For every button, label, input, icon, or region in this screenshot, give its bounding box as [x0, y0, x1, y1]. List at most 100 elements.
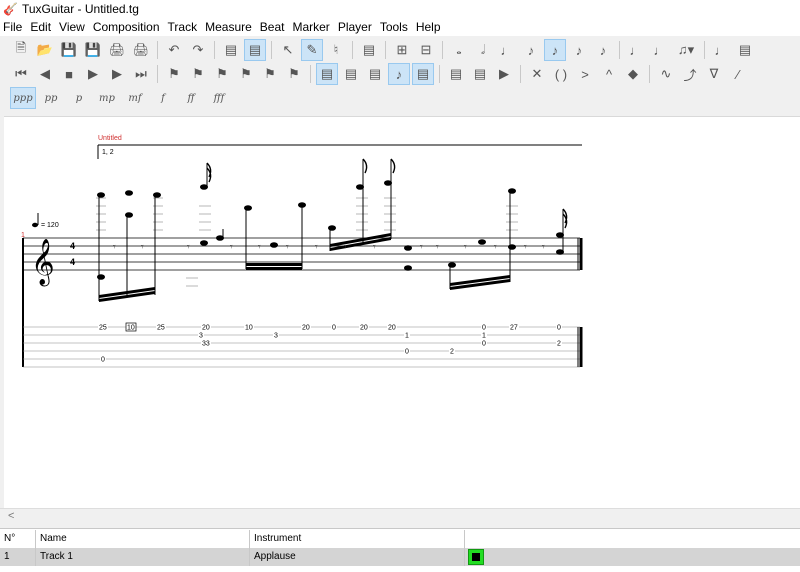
score-canvas[interactable]: Untitled 1, 2 = 120 1 𝄞 4 4 𝄾 𝄾 𝄾 𝄾 𝄾 𝄾 …	[4, 117, 800, 509]
dynamic-p[interactable]: p	[66, 87, 92, 109]
mixer-icon[interactable]: ▤	[364, 63, 386, 85]
new-file-icon[interactable]: 🗎	[10, 39, 32, 61]
tuplet-icon[interactable]: ♫▾	[673, 39, 699, 61]
tab-fret-number[interactable]: 33	[202, 341, 210, 348]
tab-fret-number[interactable]: 20	[302, 325, 310, 332]
half-note-icon[interactable]: 𝅗𝅥	[472, 39, 494, 61]
menu-help[interactable]: Help	[416, 20, 441, 34]
sixteenth-note-icon[interactable]: ♪	[544, 39, 566, 61]
piano-icon[interactable]: ▤	[469, 63, 491, 85]
ghost-note-icon[interactable]: ( )	[550, 63, 572, 85]
bend-icon[interactable]: ⤴	[679, 63, 701, 85]
add-measure-icon[interactable]: ⊞	[391, 39, 413, 61]
accentuated-note-icon[interactable]: >	[574, 63, 596, 85]
remove-measure-icon[interactable]: ⊟	[415, 39, 437, 61]
harmonic-icon[interactable]: ◆	[622, 63, 644, 85]
tab-fret-number[interactable]: 20	[388, 325, 396, 332]
matrix-icon[interactable]: ▶	[493, 63, 515, 85]
eighth-note-icon[interactable]: ♪	[520, 39, 542, 61]
double-dotted-note-icon[interactable]: ♩	[649, 39, 671, 61]
menu-tools[interactable]: Tools	[380, 20, 408, 34]
print-icon[interactable]: 🖨	[106, 39, 128, 61]
next-measure-icon[interactable]: ▶	[106, 63, 128, 85]
dynamic-mp[interactable]: mp	[94, 87, 120, 109]
save-icon[interactable]: 💾	[58, 39, 80, 61]
menu-measure[interactable]: Measure	[205, 20, 252, 34]
tab-fret-number[interactable]: 20	[360, 325, 368, 332]
repeat-open-icon[interactable]: ⚑	[163, 63, 185, 85]
tab-fret-number[interactable]: 0	[405, 349, 409, 356]
slide-icon[interactable]: ∕	[727, 63, 749, 85]
dynamic-ppp[interactable]: ppp	[10, 87, 36, 109]
dynamic-pp[interactable]: pp	[38, 87, 64, 109]
repeat-alternative-icon[interactable]: ⚑	[211, 63, 233, 85]
natural-key-icon[interactable]: ♮	[325, 39, 347, 61]
edit-mode-icon[interactable]: ↖	[277, 39, 299, 61]
fretboard-icon[interactable]: ▤	[445, 63, 467, 85]
menu-marker[interactable]: Marker	[292, 20, 329, 34]
tab-fret-number[interactable]: 27	[510, 325, 518, 332]
first-measure-icon[interactable]: ⏮	[10, 63, 32, 85]
tab-fret-number[interactable]: 10	[245, 325, 253, 332]
song-properties-icon[interactable]: ▤	[358, 39, 380, 61]
pencil-icon[interactable]: ✎	[301, 39, 323, 61]
dynamic-ff[interactable]: ff	[178, 87, 204, 109]
tab-fret-number[interactable]: 25	[99, 325, 107, 332]
tab-fret-number[interactable]: 2	[557, 341, 561, 348]
track-color-swatch[interactable]	[468, 549, 484, 565]
dynamic-fff[interactable]: fff	[206, 87, 232, 109]
dotted-note-icon[interactable]: ♩	[625, 39, 647, 61]
last-measure-icon[interactable]: ⏭	[130, 63, 152, 85]
scroll-left-icon[interactable]: <	[8, 510, 14, 522]
tab-fret-number[interactable]: 2	[450, 349, 454, 356]
save-as-icon[interactable]: 💾	[82, 39, 104, 61]
time-signature-icon[interactable]: ⚑	[283, 63, 305, 85]
print-preview-icon[interactable]: 🖨	[130, 39, 152, 61]
previous-measure-icon[interactable]: ◀	[34, 63, 56, 85]
tab-fret-number[interactable]: 0	[482, 341, 486, 348]
column-header-number[interactable]: N°	[0, 530, 36, 548]
track-name[interactable]: Track 1	[36, 548, 250, 566]
column-header-instrument[interactable]: Instrument	[250, 530, 465, 548]
menu-view[interactable]: View	[59, 20, 85, 34]
tab-fret-number[interactable]: 10	[127, 325, 135, 332]
tremolo-bar-icon[interactable]: ∇	[703, 63, 725, 85]
tab-fret-number[interactable]: 0	[101, 357, 105, 364]
menu-composition[interactable]: Composition	[93, 20, 160, 34]
menu-track[interactable]: Track	[168, 20, 198, 34]
chord-icon[interactable]: ▤	[734, 39, 756, 61]
tab-fret-number[interactable]: 0	[482, 325, 486, 332]
track-instrument[interactable]: Applause	[250, 548, 465, 566]
multitrack-view-icon[interactable]: ▤	[412, 63, 434, 85]
sixty-fourth-note-icon[interactable]: ♪	[592, 39, 614, 61]
stop-icon[interactable]: ■	[58, 63, 80, 85]
column-header-name[interactable]: Name	[36, 530, 250, 548]
dynamic-mf[interactable]: mf	[122, 87, 148, 109]
repeat-close-icon[interactable]: ⚑	[187, 63, 209, 85]
menu-file[interactable]: File	[3, 20, 22, 34]
tab-fret-number[interactable]: 1	[482, 333, 486, 340]
open-file-icon[interactable]: 📂	[34, 39, 56, 61]
dead-note-icon[interactable]: ✕	[526, 63, 548, 85]
tablature-view-icon[interactable]: ▤	[340, 63, 362, 85]
menu-beat[interactable]: Beat	[260, 20, 285, 34]
dynamic-f[interactable]: f	[150, 87, 176, 109]
quarter-note-icon[interactable]: ♩	[496, 39, 518, 61]
thirty-second-note-icon[interactable]: ♪	[568, 39, 590, 61]
page-layout-icon[interactable]: ▤	[220, 39, 242, 61]
heavy-accent-icon[interactable]: ^	[598, 63, 620, 85]
tab-fret-number[interactable]: 0	[557, 325, 561, 332]
menu-edit[interactable]: Edit	[30, 20, 51, 34]
track-row[interactable]: 1 Track 1 Applause	[0, 548, 800, 566]
linear-layout-icon[interactable]: ▤	[244, 39, 266, 61]
vibrato-icon[interactable]: ∿	[655, 63, 677, 85]
play-icon[interactable]: ▶	[82, 63, 104, 85]
tab-fret-number[interactable]: 0	[332, 325, 336, 332]
tab-fret-number[interactable]: 3	[199, 333, 203, 340]
marker-icon[interactable]: ⚑	[235, 63, 257, 85]
score-editor[interactable]: Untitled 1, 2 = 120 1 𝄞 4 4 𝄾 𝄾 𝄾 𝄾 𝄾 𝄾 …	[4, 116, 800, 508]
score-view-icon[interactable]: ▤	[316, 63, 338, 85]
undo-icon[interactable]: ↶	[163, 39, 185, 61]
horizontal-scrollbar[interactable]: <	[0, 508, 800, 524]
tab-fret-number[interactable]: 20	[202, 325, 210, 332]
